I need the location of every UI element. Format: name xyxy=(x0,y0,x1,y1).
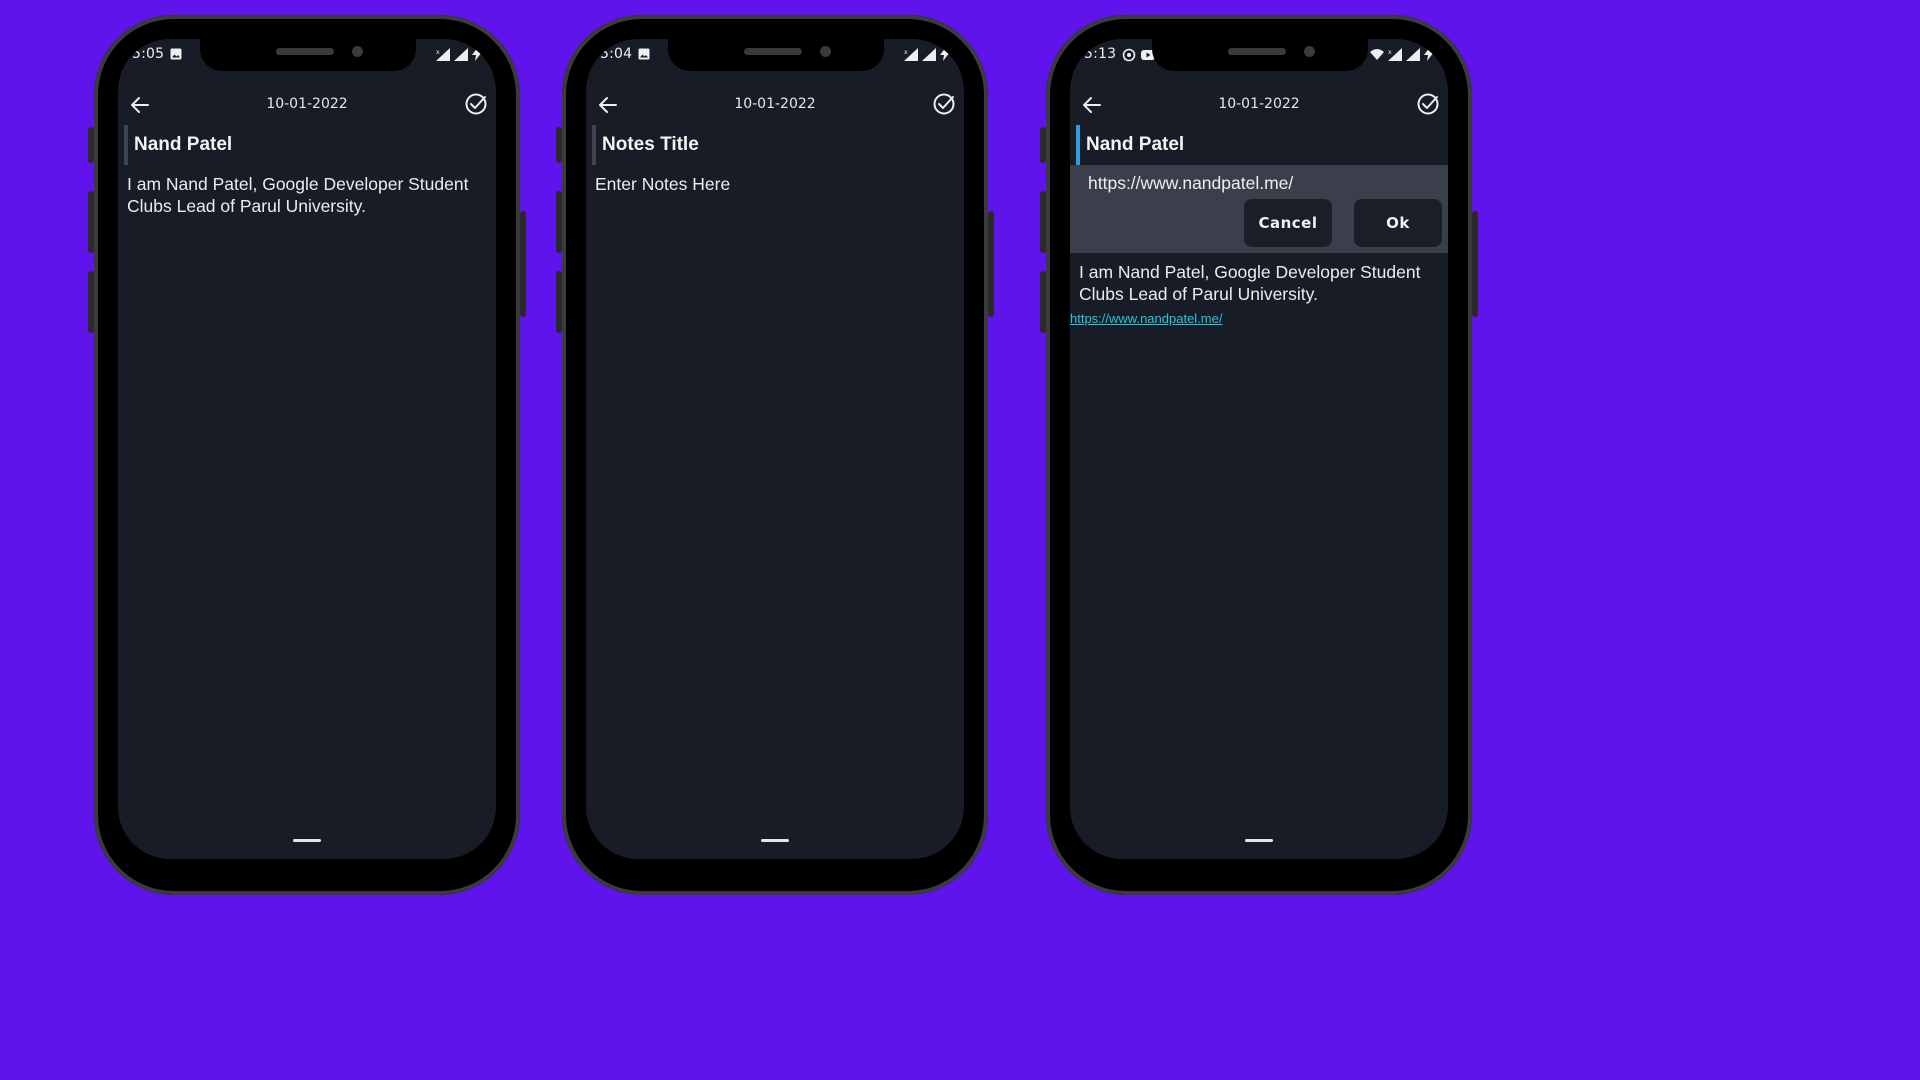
note-body-field[interactable]: I am Nand Patel, Google Developer Studen… xyxy=(127,173,487,217)
camera-notch xyxy=(668,39,884,71)
status-time: 5:13 xyxy=(1084,46,1117,62)
svg-text:x: x xyxy=(904,49,908,56)
check-circle-icon[interactable] xyxy=(1416,92,1440,116)
status-time: 5:04 xyxy=(600,46,633,62)
ok-button[interactable]: Ok xyxy=(1354,199,1442,247)
note-body-field[interactable]: Enter Notes Here xyxy=(595,173,955,195)
volume-down-button xyxy=(88,271,94,333)
speaker xyxy=(1228,48,1286,55)
status-left-icons xyxy=(638,48,650,60)
svg-text:x: x xyxy=(436,49,440,56)
svg-text:x: x xyxy=(1388,49,1392,56)
note-link[interactable]: https://www.nandpatel.me/ xyxy=(1070,311,1222,326)
note-date: 10-01-2022 xyxy=(734,96,816,112)
home-indicator[interactable] xyxy=(1245,839,1273,842)
status-right-icons: x xyxy=(1370,47,1434,61)
check-circle-icon[interactable] xyxy=(932,92,956,116)
note-title-field[interactable]: Nand Patel xyxy=(1076,125,1386,165)
speaker xyxy=(744,48,802,55)
app-toolbar: 10-01-2022 xyxy=(586,91,964,121)
signal-icon: x xyxy=(1388,47,1402,61)
note-date: 10-01-2022 xyxy=(266,96,348,112)
app-toolbar: 10-01-2022 xyxy=(1070,91,1448,121)
whatsapp-icon xyxy=(1122,48,1136,62)
camera-notch xyxy=(200,39,416,71)
cancel-button[interactable]: Cancel xyxy=(1244,199,1332,247)
app-toolbar: 10-01-2022 xyxy=(118,91,496,121)
add-link-screen: 5:13 x 10-01-2022 Nand Patel https://www… xyxy=(1070,39,1448,859)
link-url-input[interactable]: https://www.nandpatel.me/ xyxy=(1088,173,1293,194)
signal-icon xyxy=(922,47,936,61)
mute-switch xyxy=(1040,127,1046,163)
volume-up-button xyxy=(1040,191,1046,253)
speaker xyxy=(276,48,334,55)
mute-switch xyxy=(556,127,562,163)
front-camera xyxy=(820,46,831,57)
status-right-icons: x xyxy=(436,47,482,61)
home-indicator[interactable] xyxy=(293,839,321,842)
check-circle-icon[interactable] xyxy=(464,92,488,116)
signal-icon xyxy=(454,47,468,61)
volume-down-button xyxy=(1040,271,1046,333)
volume-down-button xyxy=(556,271,562,333)
home-indicator[interactable] xyxy=(761,839,789,842)
wifi-icon xyxy=(1370,49,1384,60)
new-note-screen: 5:04 x 10-01-2022 Notes Title Enter Note… xyxy=(586,39,964,859)
status-left-icons xyxy=(170,48,182,60)
bolt-icon xyxy=(1424,47,1434,61)
front-camera xyxy=(1304,46,1315,57)
note-title-field[interactable]: Nand Patel xyxy=(124,125,434,165)
phone-frame-1: 5:05 x 10-01-2022 Nand Patel I am Nand P… xyxy=(88,15,526,895)
link-dialog: https://www.nandpatel.me/ Cancel Ok xyxy=(1070,165,1448,253)
volume-up-button xyxy=(556,191,562,253)
phone-frame-3: 5:13 x 10-01-2022 Nand Patel https://www… xyxy=(1040,15,1478,895)
bolt-icon xyxy=(472,47,482,61)
signal-icon: x xyxy=(436,47,450,61)
camera-notch xyxy=(1152,39,1368,71)
power-button xyxy=(1472,211,1478,317)
note-body-field[interactable]: I am Nand Patel, Google Developer Studen… xyxy=(1079,261,1439,305)
signal-icon: x xyxy=(904,47,918,61)
mute-switch xyxy=(88,127,94,163)
image-icon xyxy=(170,48,182,60)
status-left-icons xyxy=(1122,48,1155,62)
phone-frame-2: 5:04 x 10-01-2022 Notes Title Enter Note… xyxy=(556,15,994,895)
note-title-field[interactable]: Notes Title xyxy=(592,125,902,165)
signal-icon xyxy=(1406,47,1420,61)
note-date: 10-01-2022 xyxy=(1218,96,1300,112)
image-icon xyxy=(638,48,650,60)
power-button xyxy=(988,211,994,317)
status-time: 5:05 xyxy=(132,46,165,62)
front-camera xyxy=(352,46,363,57)
power-button xyxy=(520,211,526,317)
volume-up-button xyxy=(88,191,94,253)
bolt-icon xyxy=(940,47,950,61)
status-right-icons: x xyxy=(904,47,950,61)
note-editor-screen: 5:05 x 10-01-2022 Nand Patel I am Nand P… xyxy=(118,39,496,859)
